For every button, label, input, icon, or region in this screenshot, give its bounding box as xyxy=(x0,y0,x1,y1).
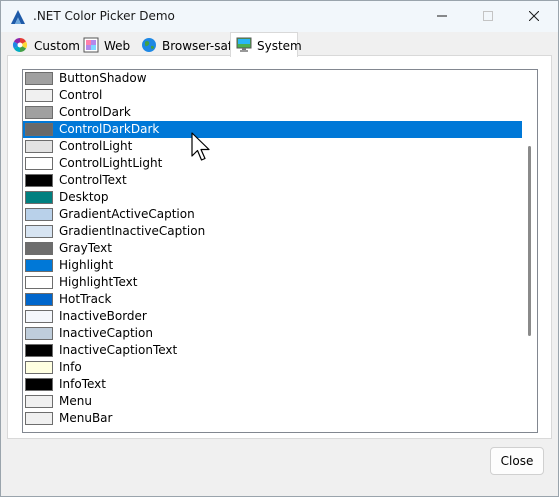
color-swatch xyxy=(25,310,53,323)
list-item[interactable]: Desktop xyxy=(23,189,522,206)
list-item[interactable]: ControlDark xyxy=(23,104,522,121)
color-name-label: ControlLight xyxy=(59,139,133,153)
color-name-label: MenuBar xyxy=(59,411,113,425)
globe-icon xyxy=(142,38,156,52)
color-name-label: GrayText xyxy=(59,241,112,255)
color-picker-window: .NET Color Picker Demo Custom Web Browse… xyxy=(0,0,559,497)
system-tab-page: ButtonShadow Control ControlDark ControlDar… xyxy=(7,55,552,439)
color-wheel-icon xyxy=(13,38,27,52)
list-item[interactable]: MenuBar xyxy=(23,410,522,427)
color-name-label: ButtonShadow xyxy=(59,71,147,85)
tab-system-label: System xyxy=(257,39,302,53)
color-name-label: Control xyxy=(59,88,103,102)
monitor-icon xyxy=(236,37,252,52)
list-item[interactable]: GradientInactiveCaption xyxy=(23,223,522,240)
close-button[interactable]: Close xyxy=(490,447,544,475)
color-swatch xyxy=(25,361,53,374)
system-color-list[interactable]: ButtonShadow Control ControlDark ControlDar… xyxy=(22,69,538,433)
color-name-label: Info xyxy=(59,360,82,374)
color-swatch xyxy=(25,140,53,153)
minimize-icon xyxy=(437,15,447,17)
window-title: .NET Color Picker Demo xyxy=(33,9,175,23)
list-item[interactable]: Menu xyxy=(23,393,522,410)
color-swatch xyxy=(25,395,53,408)
color-name-label: InactiveCaption xyxy=(59,326,153,340)
list-item[interactable]: HotTrack xyxy=(23,291,522,308)
list-item[interactable]: InactiveBorder xyxy=(23,308,522,325)
list-item[interactable]: ButtonShadow xyxy=(23,70,522,87)
color-swatch xyxy=(25,412,53,425)
close-icon xyxy=(529,11,539,21)
tab-custom-label: Custom xyxy=(34,39,80,53)
color-swatch xyxy=(25,89,53,102)
color-swatch xyxy=(25,72,53,85)
list-item[interactable]: HighlightText xyxy=(23,274,522,291)
color-swatch xyxy=(25,174,53,187)
maximize-button[interactable] xyxy=(465,1,511,31)
tab-browser-safe[interactable]: Browser-safe xyxy=(138,35,239,56)
color-swatch xyxy=(25,106,53,119)
color-swatch xyxy=(25,259,53,272)
color-swatch xyxy=(25,242,53,255)
list-item[interactable]: InfoText xyxy=(23,376,522,393)
color-swatch xyxy=(25,157,53,170)
color-name-label: ControlDarkDark xyxy=(59,122,160,136)
web-palette-icon xyxy=(83,37,99,53)
close-window-button[interactable] xyxy=(511,1,557,31)
color-name-label: Desktop xyxy=(59,190,109,204)
triangle-logo-icon xyxy=(11,10,25,24)
color-swatch xyxy=(25,191,53,204)
list-item[interactable]: Control xyxy=(23,87,522,104)
list-item[interactable]: ControlText xyxy=(23,172,522,189)
color-swatch xyxy=(25,225,53,238)
color-name-label: ControlDark xyxy=(59,105,131,119)
list-item[interactable]: ControlLight xyxy=(23,138,522,155)
list-item[interactable]: InactiveCaptionText xyxy=(23,342,522,359)
tab-web-label: Web xyxy=(104,39,131,53)
list-item[interactable]: Info xyxy=(23,359,522,376)
color-name-label: GradientActiveCaption xyxy=(59,207,195,221)
color-swatch xyxy=(25,276,53,289)
color-swatch xyxy=(25,293,53,306)
color-name-label: Highlight xyxy=(59,258,114,272)
list-item[interactable]: ControlDarkDark xyxy=(23,121,522,138)
color-name-label: HighlightText xyxy=(59,275,138,289)
list-item[interactable]: GradientActiveCaption xyxy=(23,206,522,223)
color-name-label: InactiveBorder xyxy=(59,309,147,323)
list-item[interactable]: Highlight xyxy=(23,257,522,274)
color-name-label: InfoText xyxy=(59,377,106,391)
list-item[interactable]: InactiveCaption xyxy=(23,325,522,342)
minimize-button[interactable] xyxy=(419,1,465,31)
color-swatch xyxy=(25,208,53,221)
arrow-cursor-icon xyxy=(191,132,210,161)
color-name-label: InactiveCaptionText xyxy=(59,343,178,357)
color-swatch xyxy=(25,123,53,136)
tab-web[interactable]: Web xyxy=(80,35,136,56)
color-swatch xyxy=(25,378,53,391)
color-name-label: Menu xyxy=(59,394,92,408)
list-item[interactable]: ControlLightLight xyxy=(23,155,522,172)
list-item[interactable]: GrayText xyxy=(23,240,522,257)
color-name-label: GradientInactiveCaption xyxy=(59,224,206,238)
color-name-label: ControlLightLight xyxy=(59,156,163,170)
maximize-icon xyxy=(483,11,493,21)
color-swatch xyxy=(25,344,53,357)
tab-system[interactable]: System xyxy=(230,32,302,57)
scrollbar-thumb[interactable] xyxy=(528,146,531,336)
title-bar[interactable]: .NET Color Picker Demo xyxy=(1,1,558,32)
tab-custom[interactable]: Custom xyxy=(9,35,80,56)
color-name-label: HotTrack xyxy=(59,292,112,306)
color-name-label: ControlText xyxy=(59,173,127,187)
color-swatch xyxy=(25,327,53,340)
tab-browser-safe-label: Browser-safe xyxy=(162,39,240,53)
tab-strip: Custom Web Browser-safe System xyxy=(1,32,558,57)
vertical-scrollbar[interactable] xyxy=(523,70,537,432)
